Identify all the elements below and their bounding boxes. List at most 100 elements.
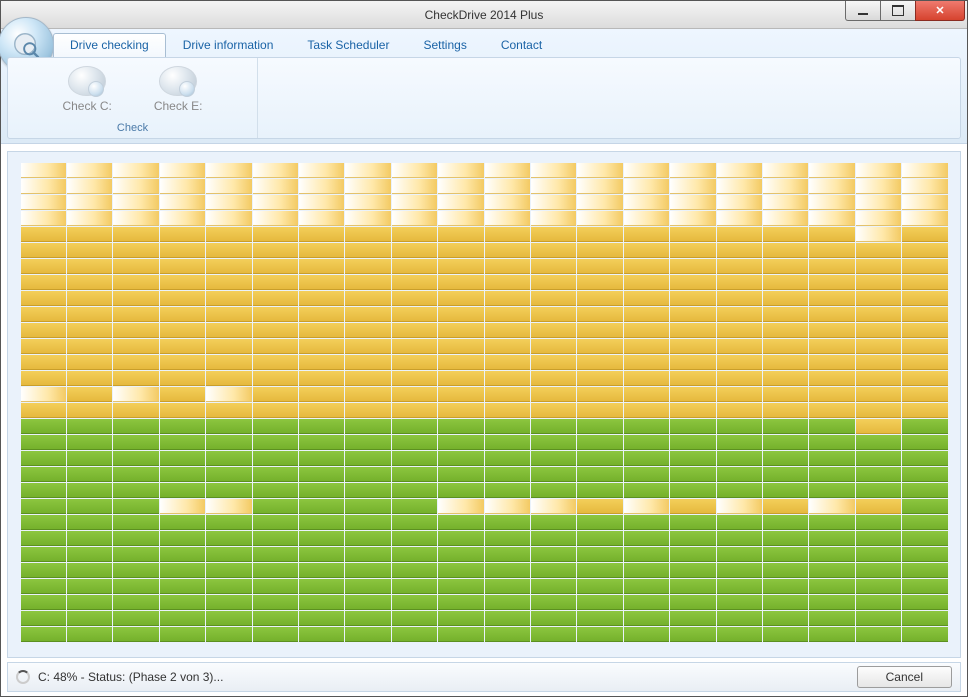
grid-cell [624,531,669,546]
grid-cell [253,595,298,610]
grid-cell [717,435,762,450]
grid-cell [902,435,947,450]
grid-cell [485,227,530,242]
grid-cell [670,291,715,306]
grid-cell [809,275,854,290]
grid-cell [67,467,112,482]
grid-cell [902,307,947,322]
grid-cell [206,355,251,370]
grid-cell [670,387,715,402]
grid-cell [438,227,483,242]
grid-cell [577,387,622,402]
grid-cell [717,195,762,210]
grid-cell [160,563,205,578]
grid-cell [809,371,854,386]
grid-cell [624,371,669,386]
grid-cell [160,515,205,530]
grid-cell [392,371,437,386]
grid-cell [67,611,112,626]
grid-cell [113,435,158,450]
tab-contact[interactable]: Contact [484,33,559,57]
grid-cell [345,163,390,178]
grid-cell [577,451,622,466]
tab-drive-information[interactable]: Drive information [166,33,291,57]
tab-label: Contact [501,38,542,52]
grid-cell [763,579,808,594]
grid-cell [902,275,947,290]
grid-cell [577,355,622,370]
grid-cell [299,179,344,194]
tab-settings[interactable]: Settings [406,33,483,57]
grid-cell [670,483,715,498]
grid-cell [485,275,530,290]
grid-cell [485,387,530,402]
grid-cell [717,227,762,242]
grid-cell [113,323,158,338]
grid-cell [113,595,158,610]
grid-cell [577,275,622,290]
minimize-button[interactable] [845,1,881,21]
grid-cell [345,499,390,514]
grid-cell [67,211,112,226]
grid-cell [21,227,66,242]
grid-cell [113,211,158,226]
grid-cell [670,627,715,642]
grid-cell [577,563,622,578]
grid-cell [206,483,251,498]
maximize-button[interactable] [880,1,916,21]
grid-cell [809,211,854,226]
grid-cell [670,275,715,290]
grid-row [20,402,948,418]
close-button[interactable] [915,1,965,21]
grid-cell [113,259,158,274]
cancel-button[interactable]: Cancel [857,666,952,688]
grid-cell [902,179,947,194]
grid-cell [299,579,344,594]
grid-cell [902,259,947,274]
grid-cell [160,579,205,594]
grid-cell [160,275,205,290]
grid-cell [299,275,344,290]
grid-cell [763,371,808,386]
tab-drive-checking[interactable]: Drive checking [53,33,166,57]
grid-row [20,466,948,482]
grid-cell [670,611,715,626]
tab-task-scheduler[interactable]: Task Scheduler [290,33,406,57]
grid-cell [113,339,158,354]
grid-cell [392,531,437,546]
grid-cell [717,275,762,290]
grid-cell [717,499,762,514]
grid-cell [345,563,390,578]
grid-cell [67,259,112,274]
grid-cell [763,339,808,354]
grid-cell [763,467,808,482]
check-c-button[interactable]: Check C: [56,64,117,115]
grid-cell [253,339,298,354]
grid-cell [717,563,762,578]
grid-cell [299,483,344,498]
check-e-button[interactable]: Check E: [148,64,209,115]
grid-row [20,338,948,354]
grid-cell [902,547,947,562]
grid-cell [438,627,483,642]
grid-cell [809,483,854,498]
grid-cell [67,387,112,402]
grid-cell [253,483,298,498]
grid-cell [21,291,66,306]
grid-cell [763,163,808,178]
grid-cell [670,579,715,594]
grid-cell [856,579,901,594]
grid-cell [299,531,344,546]
grid-cell [624,355,669,370]
grid-cell [160,499,205,514]
grid-cell [717,323,762,338]
grid-cell [856,611,901,626]
grid-cell [206,179,251,194]
grid-cell [113,163,158,178]
grid-cell [299,211,344,226]
grid-row [20,498,948,514]
grid-cell [206,579,251,594]
grid-cell [113,419,158,434]
spinner-icon [16,670,30,684]
tab-label: Drive checking [70,38,149,52]
